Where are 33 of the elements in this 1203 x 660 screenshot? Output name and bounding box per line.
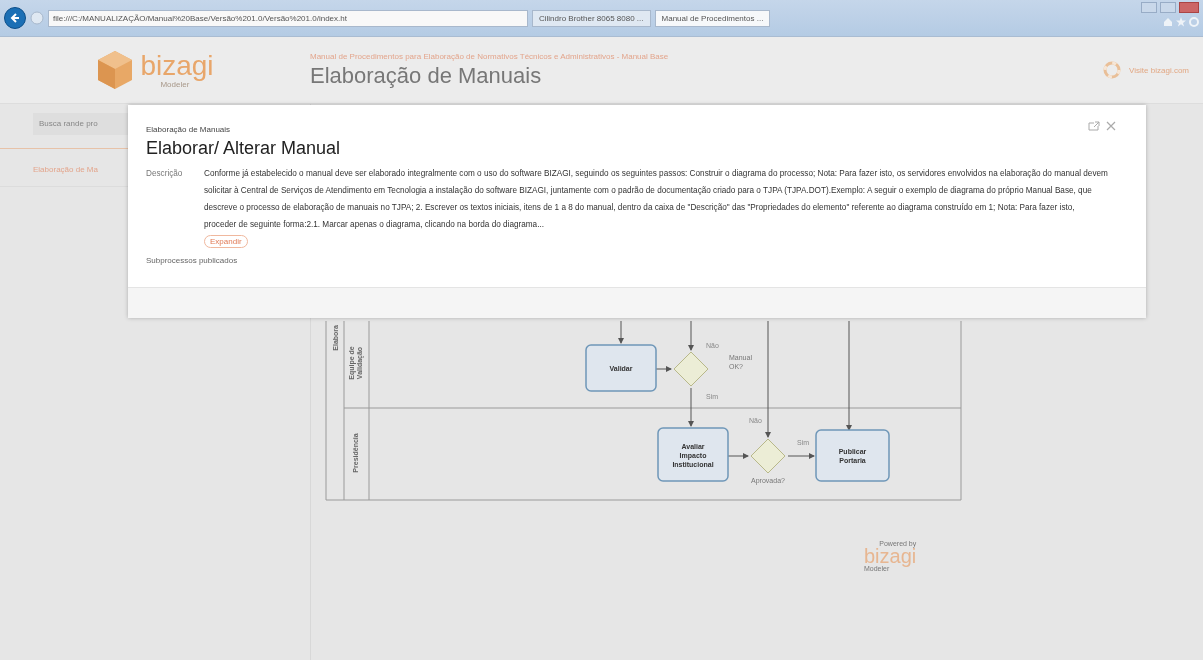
gateway-diamond [750, 438, 786, 474]
gateway-diamond [673, 351, 709, 387]
minimize-button[interactable] [1141, 2, 1157, 13]
back-arrow-icon [9, 12, 21, 24]
page-title: Elaboração de Manuais [310, 62, 543, 89]
maximize-button[interactable] [1160, 2, 1176, 13]
flow-arrow [618, 321, 624, 344]
subprocess-heading: Subprocessos publicados [146, 256, 239, 265]
description-label: Descrição [146, 168, 184, 180]
close-icon[interactable] [1106, 121, 1116, 131]
star-icon[interactable] [1176, 17, 1186, 27]
forward-icon[interactable] [30, 11, 44, 25]
description-text: Conforme já estabelecido o manual deve ser elaborado integralmente com o uso do software BIZAGI, seguindo os seguintes passos: Construir o diagrama do processo; Nota: Para fazer isto, os servidores envolvidos na elaboração do manual devem solicitar à Central de Serviços de Atendimento em Tecnologia a instalação do software BIZAGI, juntamente com o padrão de documentação criado para o TJPA (TJPA.DOT).Exemplo: A seguir o exemplo de diagrama do próprio Manual Base, que descreve o processo de elaboração de manuais no TJPA; 2. Escrever os textos iniciais, itens de 1 a 8 do manual, dentro da caixa de "Descrição" das "Propriedades do elemento" referente ao diagrama construído em 1; Nota: Para fazer isto, proceder de seguinte forma:2.1. Marcar apenas o diagrama, clicando na borda do diagrama... [204, 168, 1108, 231]
cube-logo-icon [96, 50, 135, 90]
flow-arrow [787, 453, 815, 459]
flow-arrow [655, 366, 672, 372]
address-field[interactable]: file:///C:/MANUALIZAÇÃO/Manual%20Base/Versão%201.0/Versão%201.0/index.ht [48, 9, 528, 27]
process-subtitle: Manual de Procedimentos para Elaboração de Normativos Técnicos e Administrativos - Manual Base [310, 51, 669, 61]
close-button[interactable] [1179, 2, 1199, 13]
logo-subtitle: Modeler [160, 79, 190, 89]
browser-tab[interactable]: Manual de Procedimentos ... [654, 9, 771, 27]
logo-text: bizagi [140, 51, 214, 80]
back-button[interactable] [4, 7, 26, 29]
flow-arrow [688, 387, 694, 427]
settings-icon[interactable] [1189, 17, 1199, 27]
home-icon[interactable] [1163, 17, 1173, 27]
flow-arrow [727, 453, 749, 459]
popout-icon[interactable] [1088, 121, 1100, 131]
flow-arrow [688, 321, 694, 351]
lifebuoy-icon [1103, 61, 1122, 79]
footer-logo-text: bizagi [864, 547, 917, 565]
browser-tab[interactable]: Cilindro Brother 8065 8080 ... [532, 9, 651, 27]
modal-title: Elaborar/ Alterar Manual [146, 138, 341, 159]
